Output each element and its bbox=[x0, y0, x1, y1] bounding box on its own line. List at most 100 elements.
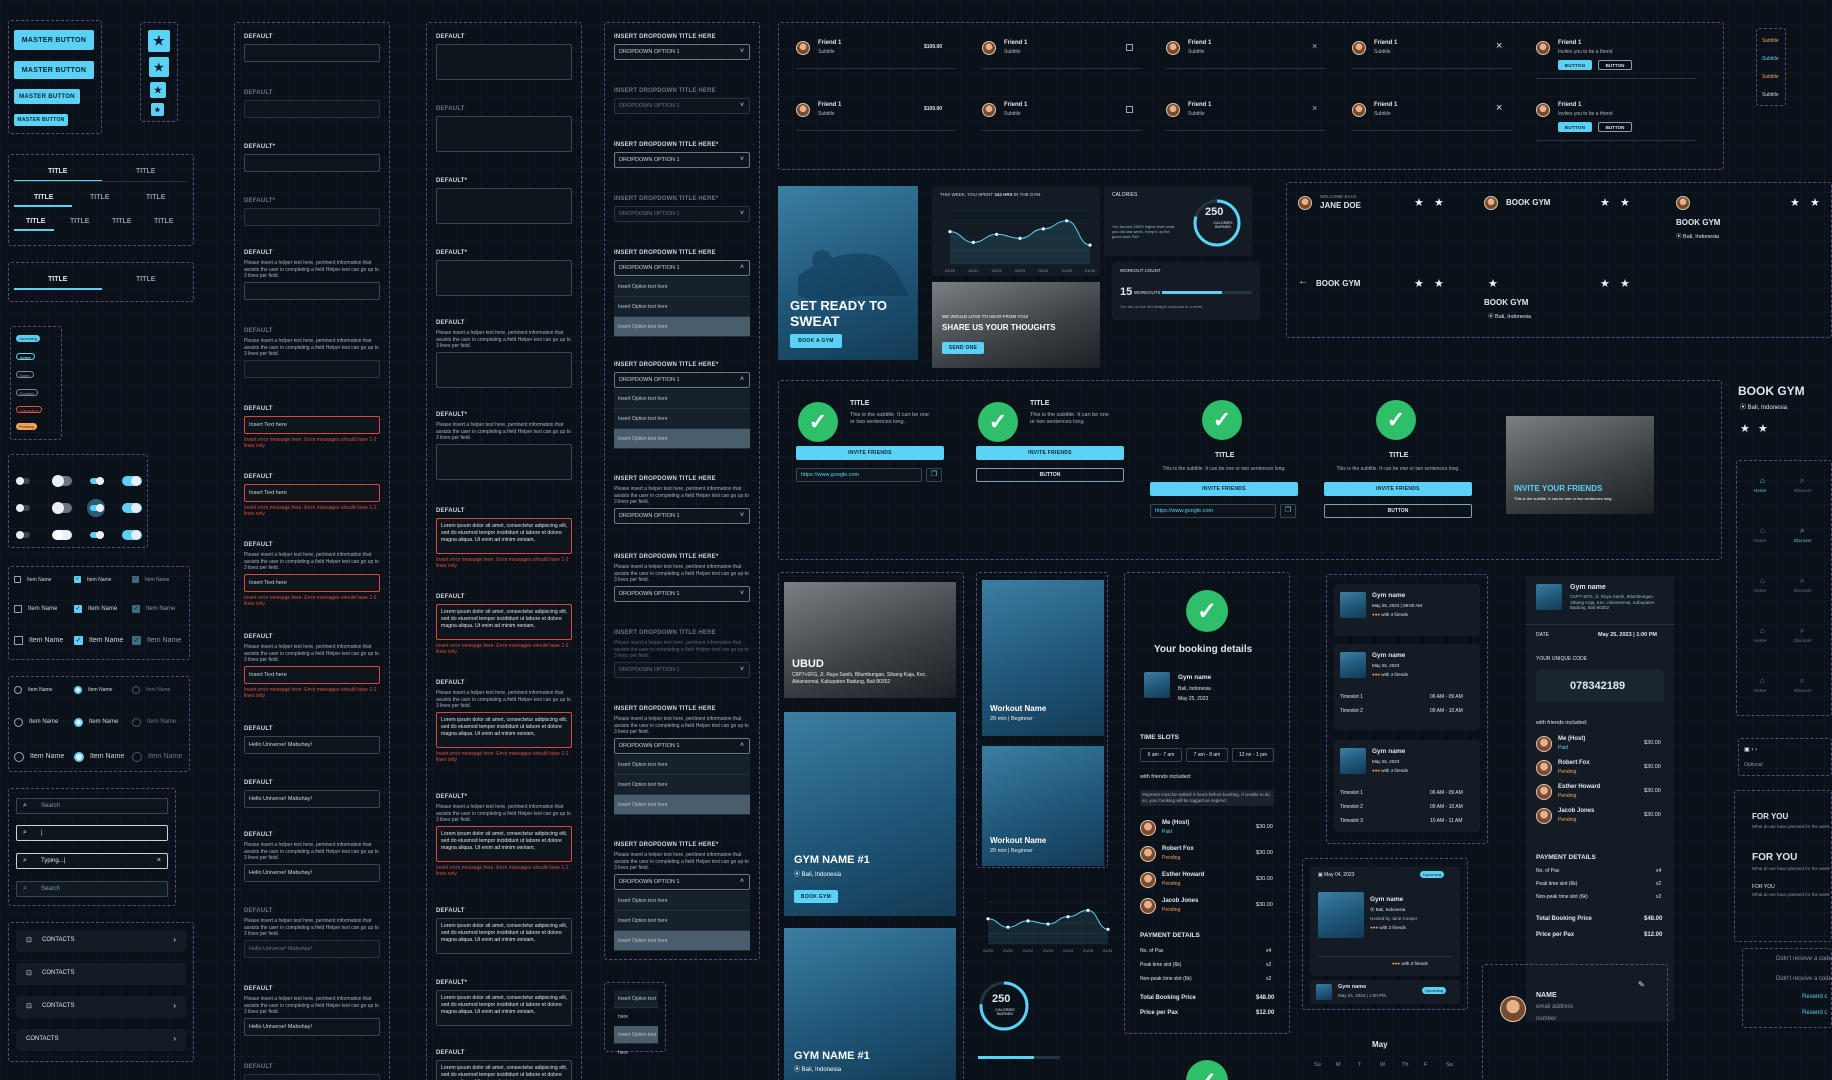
data-point[interactable] bbox=[1026, 919, 1030, 923]
dropdown-select[interactable]: DROPDOWN OPTION 1 ˅ bbox=[614, 206, 750, 222]
gym-card[interactable]: GYM NAME #1 ⦿ Bali, Indonesia BOOK GYM bbox=[784, 712, 956, 916]
calendar-icon[interactable]: ▣ ‹ › bbox=[1744, 746, 1757, 753]
gym-card-ubud[interactable]: UBUD C6P7+5FG, Jl. Raya Sanih, Bilumbung… bbox=[784, 582, 956, 698]
dropdown-option[interactable]: Insert Option text here bbox=[614, 990, 658, 1020]
textarea[interactable]: Lorem ipsum dolor sit amet, consectetur … bbox=[436, 1060, 572, 1080]
resend-link[interactable]: Resend c bbox=[1802, 994, 1827, 1000]
dropdown-select[interactable]: DROPDOWN OPTION 1 ˅ bbox=[614, 586, 750, 602]
text-input[interactable]: Hello Universe! Mabuhay! bbox=[244, 940, 380, 958]
checkbox[interactable]: ✓ bbox=[132, 605, 140, 613]
radio-button[interactable] bbox=[132, 686, 140, 694]
list-item-contacts[interactable]: ⊡ CONTACTS › bbox=[16, 996, 186, 1018]
star-icon[interactable]: ★ bbox=[1414, 277, 1424, 290]
master-button-sm[interactable]: MASTER BUTTON bbox=[14, 114, 68, 126]
nav-label-home[interactable]: Home bbox=[1754, 688, 1766, 693]
dropdown-option[interactable]: Insert Option text here bbox=[614, 409, 750, 429]
dropdown-select[interactable]: DROPDOWN OPTION 1 ˅ bbox=[614, 662, 750, 678]
text-input[interactable] bbox=[244, 282, 380, 300]
list-item-contacts[interactable]: ⊡ CONTACTS bbox=[16, 963, 186, 985]
search-icon[interactable]: ⌕ bbox=[1800, 576, 1804, 586]
star-icon-button-lg[interactable]: ★ bbox=[149, 57, 169, 77]
send-feedback-button[interactable]: SEND ONE bbox=[942, 342, 984, 354]
toggle-switches[interactable] bbox=[14, 470, 144, 542]
checkbox[interactable]: ✓ bbox=[74, 605, 82, 613]
workout-card[interactable]: Workout Name 20 min | Beginner bbox=[982, 580, 1104, 736]
checkbox[interactable] bbox=[14, 605, 22, 613]
radio-button[interactable] bbox=[14, 718, 23, 727]
star-icon[interactable]: ★ bbox=[1758, 422, 1768, 435]
invite-friends-button[interactable]: INVITE FRIENDS bbox=[1150, 482, 1298, 496]
data-point[interactable] bbox=[1106, 927, 1110, 931]
dropdown-select[interactable]: DROPDOWN OPTION 1 ˅ bbox=[614, 44, 750, 60]
dropdown-option[interactable]: Insert Option text here bbox=[614, 429, 750, 449]
text-input[interactable]: Insert Text here bbox=[244, 484, 380, 502]
data-point[interactable] bbox=[948, 230, 952, 234]
dropdown-option[interactable]: Insert Option text here bbox=[614, 891, 750, 911]
dropdown-option[interactable]: Insert Option text here bbox=[614, 795, 750, 815]
dropdown-option[interactable]: Insert Option text here bbox=[614, 755, 750, 775]
tab[interactable]: TITLE bbox=[136, 276, 155, 283]
textarea[interactable] bbox=[436, 188, 572, 224]
checkbox[interactable] bbox=[1126, 106, 1133, 113]
text-input[interactable] bbox=[244, 1074, 380, 1080]
data-point[interactable] bbox=[971, 240, 975, 244]
star-icon[interactable]: ★ bbox=[1620, 277, 1630, 290]
close-icon[interactable]: × bbox=[1312, 103, 1317, 113]
accept-button[interactable]: BUTTON bbox=[1558, 60, 1592, 70]
tab[interactable]: TITLE bbox=[136, 168, 155, 175]
star-icon[interactable]: ★ bbox=[1790, 196, 1800, 209]
data-point[interactable] bbox=[1065, 219, 1069, 223]
decline-button[interactable]: BUTTON bbox=[1598, 60, 1632, 70]
list-item-contacts[interactable]: CONTACTS › bbox=[16, 1029, 186, 1051]
dropdown-option[interactable]: Insert Option text here bbox=[614, 277, 750, 297]
data-point[interactable] bbox=[1041, 227, 1045, 231]
tab-active[interactable]: TITLE bbox=[34, 194, 53, 201]
text-input[interactable]: Hello Universe! Mabuhay! bbox=[244, 790, 380, 808]
home-icon[interactable]: ⌂ bbox=[1760, 576, 1765, 585]
star-icon[interactable]: ★ bbox=[1488, 277, 1498, 290]
dropdown-option[interactable]: Insert Option text here bbox=[614, 775, 750, 795]
nav-label-home[interactable]: Home bbox=[1754, 588, 1766, 593]
text-input[interactable]: Insert Text here bbox=[244, 416, 380, 434]
textarea[interactable] bbox=[436, 44, 572, 80]
search-icon[interactable]: ⌕ bbox=[1800, 476, 1804, 486]
textarea[interactable] bbox=[436, 260, 572, 296]
textarea[interactable] bbox=[436, 116, 572, 152]
text-input[interactable] bbox=[244, 154, 380, 172]
accept-button[interactable]: BUTTON bbox=[1558, 122, 1592, 132]
data-point[interactable] bbox=[1018, 236, 1022, 240]
data-point[interactable] bbox=[1006, 925, 1010, 929]
textarea[interactable] bbox=[436, 444, 572, 480]
nav-label-discover[interactable]: Discover bbox=[1794, 688, 1812, 693]
search-icon[interactable]: ⌕ bbox=[1800, 526, 1804, 536]
checkbox[interactable] bbox=[14, 636, 23, 645]
checkbox[interactable]: ✓ bbox=[74, 576, 81, 583]
star-icon-button-xl[interactable]: ★ bbox=[148, 30, 170, 52]
text-input[interactable]: Insert Text here bbox=[244, 574, 380, 592]
tab-active[interactable]: TITLE bbox=[48, 168, 67, 175]
data-point[interactable] bbox=[1086, 908, 1090, 912]
tab[interactable]: TITLE bbox=[154, 218, 173, 225]
time-slot-chip[interactable]: 7 am - 8 am bbox=[1186, 748, 1228, 762]
workout-card[interactable]: Workout Name 20 min | Beginner bbox=[982, 746, 1104, 866]
star-icon[interactable]: ★ bbox=[1810, 196, 1820, 209]
home-icon[interactable]: ⌂ bbox=[1760, 676, 1765, 685]
dropdown-option[interactable]: Insert Option text here bbox=[614, 931, 750, 951]
data-point[interactable] bbox=[1066, 915, 1070, 919]
close-icon[interactable]: × bbox=[1312, 41, 1317, 51]
textarea[interactable]: Lorem ipsum dolor sit amet, consectetur … bbox=[436, 990, 572, 1026]
star-icon[interactable]: ★ bbox=[1414, 196, 1424, 209]
search-icon[interactable]: ⌕ bbox=[1800, 626, 1804, 636]
checkbox[interactable]: ✓ bbox=[132, 576, 139, 583]
data-point[interactable] bbox=[995, 232, 999, 236]
close-icon[interactable]: × bbox=[157, 857, 161, 864]
dropdown-select[interactable]: DROPDOWN OPTION 1 ˅ bbox=[614, 152, 750, 168]
dropdown-option[interactable]: Insert Option text here bbox=[614, 389, 750, 409]
master-button-md[interactable]: MASTER BUTTON bbox=[14, 89, 80, 104]
list-item-contacts[interactable]: ⊡ CONTACTS › bbox=[16, 930, 186, 952]
dropdown-option[interactable]: Insert Option text here bbox=[614, 911, 750, 931]
nav-label-discover[interactable]: Discover bbox=[1794, 538, 1812, 543]
text-input[interactable]: Hello Universe! Mabuhay! bbox=[244, 1018, 380, 1036]
search-input[interactable]: ⌕ Search bbox=[16, 798, 168, 814]
invite-friends-button[interactable]: INVITE FRIENDS bbox=[1324, 482, 1472, 496]
